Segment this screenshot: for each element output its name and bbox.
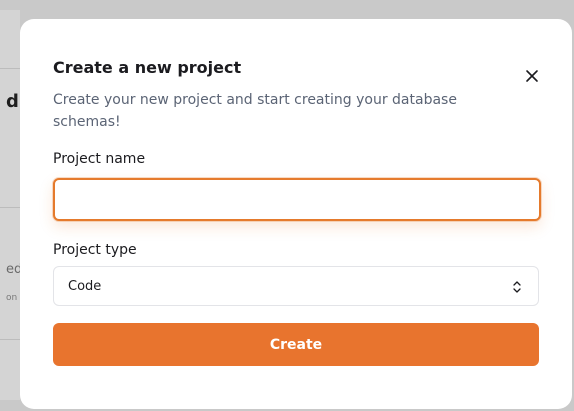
project-type-select[interactable]: Code <box>53 266 539 306</box>
background-divider <box>0 339 22 340</box>
create-project-dialog: Create a new project Create your new pro… <box>20 19 572 409</box>
create-button[interactable]: Create <box>53 323 539 366</box>
close-icon <box>522 66 542 86</box>
close-button[interactable] <box>522 66 542 86</box>
project-name-input[interactable] <box>53 178 541 221</box>
dialog-subtitle: Create your new project and start creati… <box>53 92 457 130</box>
background-divider <box>0 207 22 208</box>
project-type-label: Project type <box>53 242 137 258</box>
project-name-label: Project name <box>53 151 146 167</box>
chevron-up-down-icon <box>512 279 522 295</box>
background-heading-fragment: d <box>6 91 19 112</box>
background-small-fragment: on <box>6 293 18 303</box>
project-type-selected-value: Code <box>68 278 102 294</box>
dialog-title: Create a new project <box>53 58 242 77</box>
background-divider <box>0 68 22 69</box>
